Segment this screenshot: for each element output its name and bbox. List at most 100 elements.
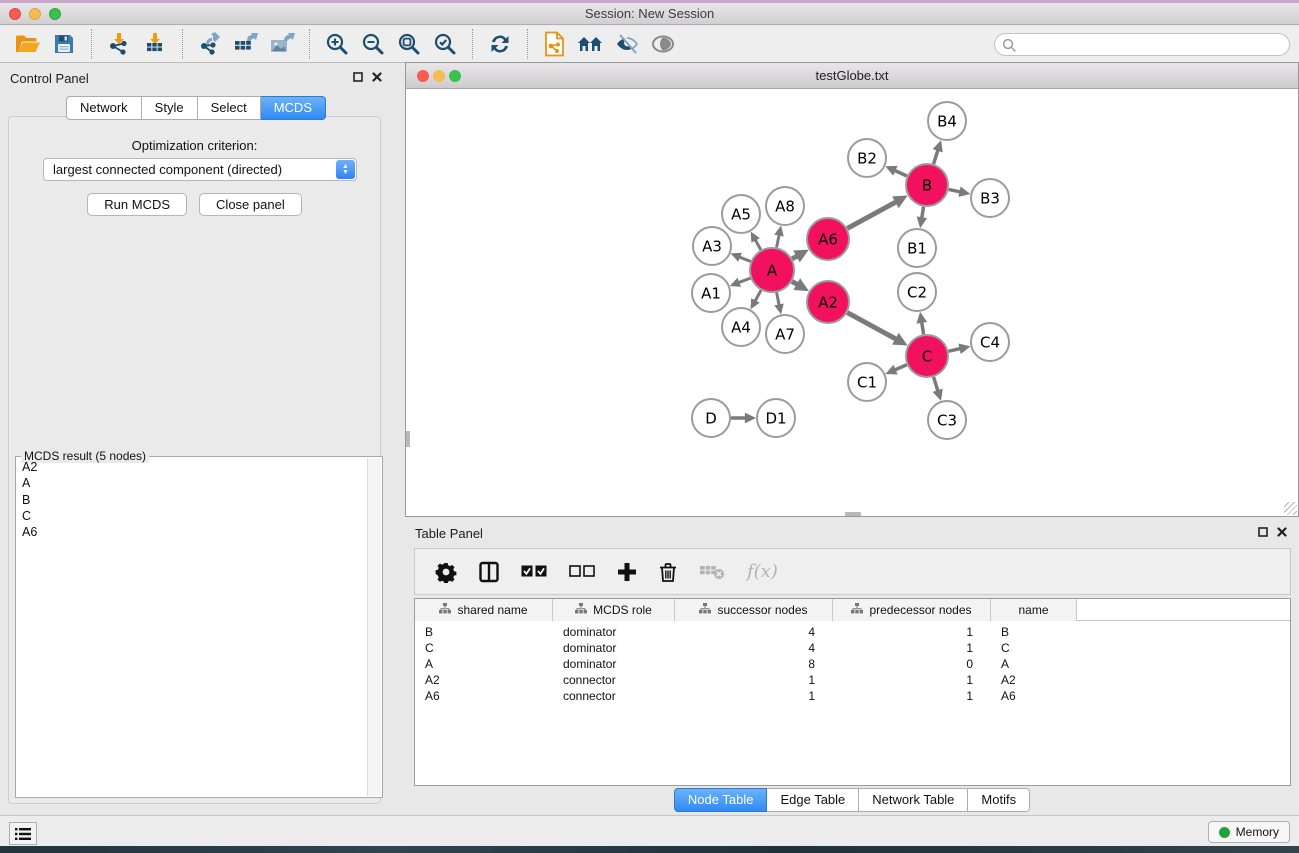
cell-shared-name[interactable]: B: [415, 624, 553, 640]
close-panel-icon[interactable]: [372, 72, 382, 82]
column-header-mcds-role[interactable]: MCDS role: [553, 599, 675, 621]
edge-A2-C[interactable]: [847, 313, 907, 346]
new-network-file-icon[interactable]: [537, 28, 573, 60]
result-item[interactable]: B: [17, 492, 366, 508]
close-panel-button[interactable]: Close panel: [199, 193, 302, 216]
tab-network[interactable]: Network: [66, 96, 142, 120]
node-B3[interactable]: B3: [971, 179, 1009, 217]
save-session-icon[interactable]: [46, 28, 82, 60]
table-row[interactable]: A6connector11A6: [415, 688, 1290, 704]
node-A8[interactable]: A8: [766, 187, 804, 225]
column-header-shared-name[interactable]: shared name: [415, 599, 553, 621]
search-field[interactable]: [994, 33, 1290, 56]
unselect-all-icon[interactable]: [569, 565, 595, 578]
result-item[interactable]: A6: [17, 524, 366, 540]
tab-motifs[interactable]: Motifs: [968, 788, 1030, 812]
edge-B-B4[interactable]: [933, 140, 943, 164]
node-A4[interactable]: A4: [722, 308, 760, 346]
edge-A-A8[interactable]: [774, 226, 784, 248]
node-A5[interactable]: A5: [722, 195, 760, 233]
edge-A-A7[interactable]: [774, 293, 784, 315]
edge-B-B1[interactable]: [917, 207, 928, 229]
search-input[interactable]: [1021, 35, 1281, 54]
cell-successor-nodes[interactable]: 1: [675, 688, 833, 704]
zoom-in-icon[interactable]: [319, 28, 355, 60]
node-D1[interactable]: D1: [757, 399, 795, 437]
cell-name[interactable]: C: [991, 640, 1077, 656]
tab-style[interactable]: Style: [142, 96, 198, 120]
close-table-panel-icon[interactable]: [1277, 527, 1287, 537]
column-header-name[interactable]: name: [991, 599, 1077, 621]
float-panel-icon[interactable]: [353, 72, 363, 82]
node-C3[interactable]: C3: [928, 401, 966, 439]
cell-predecessor-nodes[interactable]: 0: [833, 656, 991, 672]
edge-C-C1[interactable]: [885, 365, 906, 375]
cell-predecessor-nodes[interactable]: 1: [833, 640, 991, 656]
zoom-out-icon[interactable]: [355, 28, 391, 60]
cell-mcds-role[interactable]: connector: [553, 688, 675, 704]
column-header-predecessor-nodes[interactable]: predecessor nodes: [833, 599, 991, 621]
table-row[interactable]: Bdominator41B: [415, 624, 1290, 640]
import-table-icon[interactable]: [137, 28, 173, 60]
edge-A-A1[interactable]: [730, 278, 751, 287]
cell-name[interactable]: A6: [991, 688, 1077, 704]
network-graph[interactable]: B4B2BB3A5A8A6B1A3AC2A1A2A4A7C4CC1C3DD1: [406, 89, 1298, 516]
node-A3[interactable]: A3: [693, 227, 731, 265]
delete-column-icon[interactable]: [659, 561, 677, 583]
table-row[interactable]: Cdominator41C: [415, 640, 1290, 656]
table-row[interactable]: Adominator80A: [415, 656, 1290, 672]
node-A2[interactable]: A2: [807, 281, 849, 323]
edge-A6-B[interactable]: [847, 196, 907, 229]
cell-name[interactable]: B: [991, 624, 1077, 640]
gear-icon[interactable]: [435, 561, 457, 583]
tab-select[interactable]: Select: [198, 96, 261, 120]
vertical-scroll-nub[interactable]: [406, 431, 410, 447]
edge-A-A2[interactable]: [792, 278, 809, 291]
function-builder-icon[interactable]: f(x): [747, 561, 778, 582]
home-icon[interactable]: [573, 28, 609, 60]
node-A[interactable]: A: [750, 248, 794, 292]
node-D[interactable]: D: [692, 399, 730, 437]
tab-node-table[interactable]: Node Table: [674, 788, 768, 812]
cell-shared-name[interactable]: A6: [415, 688, 553, 704]
memory-button[interactable]: Memory: [1208, 821, 1290, 843]
node-A7[interactable]: A7: [766, 315, 804, 353]
edge-B-B3[interactable]: [949, 186, 971, 196]
column-header-successor-nodes[interactable]: successor nodes: [675, 599, 833, 621]
export-image-icon[interactable]: [264, 28, 300, 60]
mcds-result-list[interactable]: A2ABCA6: [17, 459, 366, 796]
edge-C-C3[interactable]: [933, 377, 943, 401]
show-graphics-icon[interactable]: [645, 28, 681, 60]
node-C1[interactable]: C1: [848, 363, 886, 401]
table-row[interactable]: A2connector11A2: [415, 672, 1290, 688]
add-column-icon[interactable]: [617, 562, 637, 582]
cell-mcds-role[interactable]: dominator: [553, 624, 675, 640]
result-item[interactable]: C: [17, 508, 366, 524]
float-table-panel-icon[interactable]: [1258, 527, 1268, 537]
resize-grip[interactable]: [1284, 502, 1297, 515]
node-C2[interactable]: C2: [898, 273, 936, 311]
cell-shared-name[interactable]: A2: [415, 672, 553, 688]
cell-successor-nodes[interactable]: 8: [675, 656, 833, 672]
node-A6[interactable]: A6: [807, 218, 849, 260]
result-item[interactable]: A: [17, 475, 366, 491]
import-network-icon[interactable]: [101, 28, 137, 60]
tab-edge-table[interactable]: Edge Table: [767, 788, 859, 812]
network-canvas[interactable]: B4B2BB3A5A8A6B1A3AC2A1A2A4A7C4CC1C3DD1: [406, 89, 1298, 516]
node-B1[interactable]: B1: [898, 229, 936, 267]
cell-name[interactable]: A2: [991, 672, 1077, 688]
cell-shared-name[interactable]: A: [415, 656, 553, 672]
horizontal-scroll-nub[interactable]: [845, 512, 861, 516]
delete-table-icon[interactable]: [699, 563, 725, 581]
edge-A-A5[interactable]: [751, 231, 761, 249]
cell-mcds-role[interactable]: connector: [553, 672, 675, 688]
edge-A-A3[interactable]: [731, 253, 751, 262]
edge-A-A4[interactable]: [751, 290, 761, 309]
export-table-icon[interactable]: [228, 28, 264, 60]
node-B2[interactable]: B2: [848, 139, 886, 177]
network-window-titlebar[interactable]: testGlobe.txt: [406, 63, 1298, 89]
node-B4[interactable]: B4: [928, 102, 966, 140]
zoom-fit-icon[interactable]: [391, 28, 427, 60]
cell-predecessor-nodes[interactable]: 1: [833, 672, 991, 688]
run-mcds-button[interactable]: Run MCDS: [87, 193, 187, 216]
